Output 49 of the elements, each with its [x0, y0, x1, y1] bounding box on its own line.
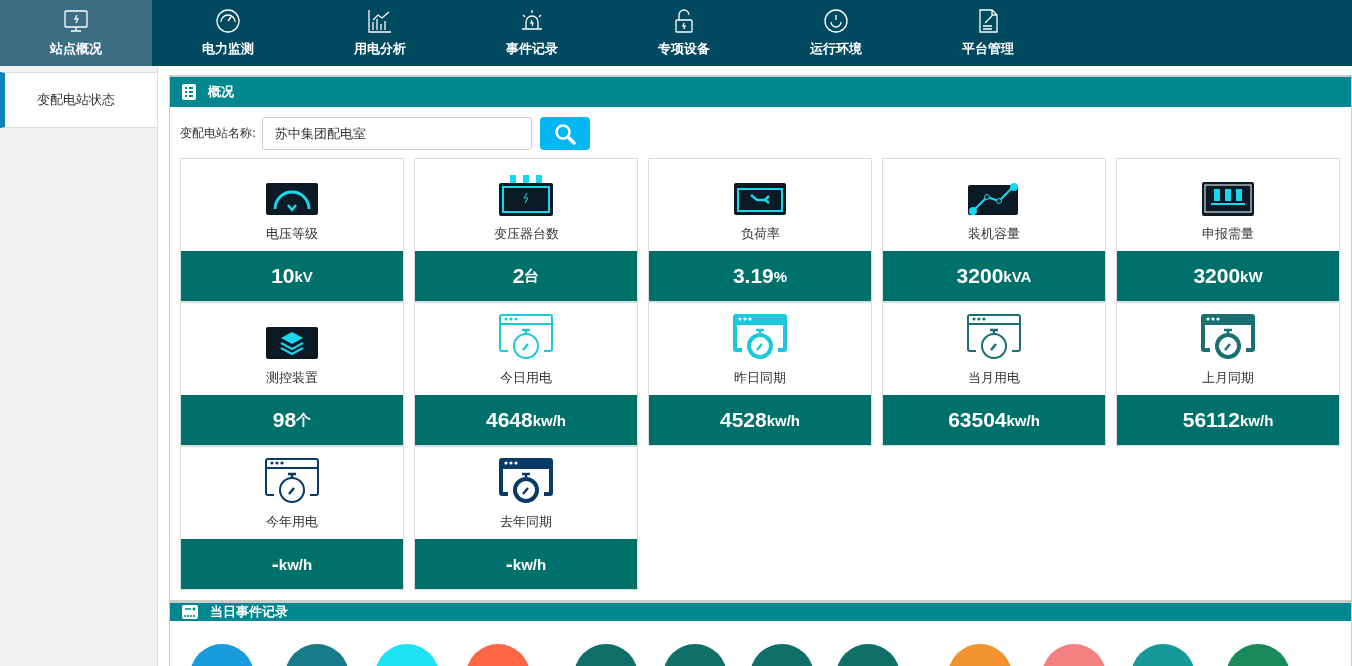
sidebar-item[interactable]: 变配电站状态: [0, 72, 157, 128]
stat-value: 4648kw/h: [415, 395, 637, 445]
transformer-icon: [498, 175, 554, 217]
nav-tab[interactable]: 电力监测: [152, 0, 304, 66]
stat-value: -kw/h: [415, 539, 637, 589]
bar-chart-icon: [367, 8, 393, 34]
stat-label: 变压器台数: [493, 225, 559, 243]
stat-value: 3.19%: [649, 251, 871, 301]
voltmeter-icon: [265, 181, 319, 217]
nav-tab[interactable]: 事件记录: [456, 0, 608, 66]
stat-value: 63504kw/h: [883, 395, 1105, 445]
stat-label: 昨日同期: [734, 369, 786, 387]
list-icon: [182, 84, 196, 100]
battery-panel-icon: [1201, 181, 1255, 217]
stat-value: 3200kVA: [883, 251, 1105, 301]
nav-tab[interactable]: 站点概况: [0, 0, 152, 66]
nav-tab[interactable]: 专项设备: [608, 0, 760, 66]
stat-value: 98个: [181, 395, 403, 445]
stat-value: 56112kw/h: [1117, 395, 1339, 445]
monitor-icon: [63, 8, 89, 34]
stat-label: 测控装置: [266, 369, 318, 387]
wrench-screen-icon: [733, 181, 787, 217]
search-label: 变配电站名称:: [180, 125, 257, 142]
search-icon: [554, 122, 577, 145]
stat-label: 当月用电: [968, 369, 1020, 387]
stat-label: 负荷率: [740, 225, 780, 243]
search-button[interactable]: [540, 117, 591, 150]
stat-value: -kw/h: [181, 539, 403, 589]
layers-icon: [265, 325, 319, 361]
nav-tab[interactable]: 运行环境: [760, 0, 912, 66]
stat-label: 装机容量: [968, 225, 1020, 243]
stat-label: 今年用电: [266, 513, 318, 531]
station-name-field[interactable]: 苏中集团配电室: [262, 117, 533, 150]
stat-value: 4528kw/h: [649, 395, 871, 445]
stat-value: 10kV: [181, 251, 403, 301]
line-chart-icon: [967, 181, 1021, 217]
nav-tab[interactable]: 平台管理: [912, 0, 1064, 66]
stat-value: 2台: [415, 251, 637, 301]
stat-label: 去年同期: [500, 513, 552, 531]
stat-value: 3200kW: [1117, 251, 1339, 301]
panel-title: 概况: [208, 83, 234, 101]
panel-title: 当日事件记录: [210, 603, 288, 621]
smile-circle-icon: [823, 8, 849, 34]
stat-label: 上月同期: [1202, 369, 1254, 387]
nav-tab[interactable]: 用电分析: [304, 0, 456, 66]
stat-label: 电压等级: [266, 225, 318, 243]
stat-label: 申报需量: [1202, 225, 1254, 243]
gauge-icon: [215, 8, 241, 34]
stat-label: 今日用电: [500, 369, 552, 387]
